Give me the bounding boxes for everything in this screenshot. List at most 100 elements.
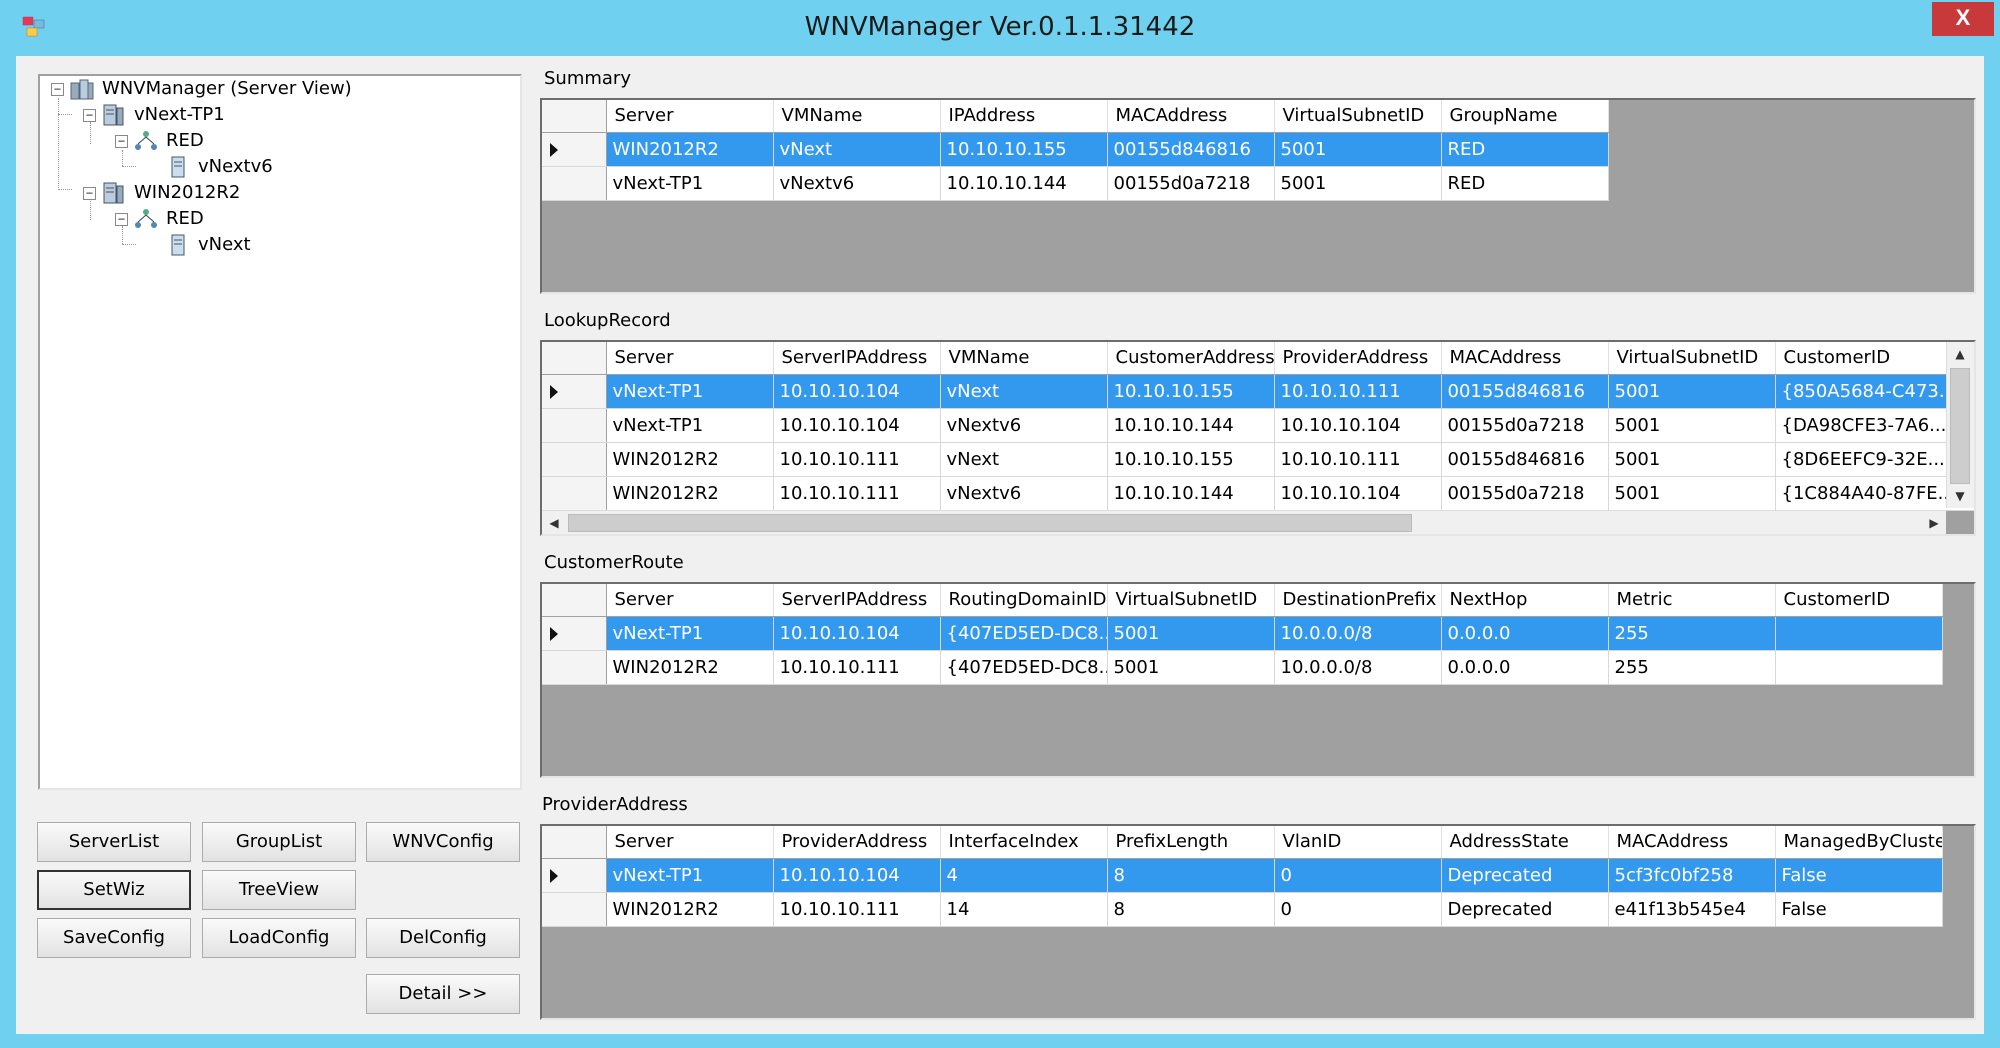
table-cell[interactable]: 10.10.10.111 (773, 892, 941, 927)
column-header[interactable]: MACAddress (1608, 826, 1776, 859)
row-header[interactable] (542, 892, 607, 927)
setwiz-button[interactable]: SetWiz (37, 870, 191, 910)
table-cell[interactable]: 5001 (1107, 616, 1275, 651)
table-cell[interactable]: 0.0.0.0 (1441, 650, 1609, 685)
table-row[interactable]: vNext-TP1 10.10.10.104 vNext 10.10.10.15… (542, 374, 1974, 409)
table-cell[interactable]: e41f13b545e4 (1608, 892, 1776, 927)
table-cell[interactable]: 10.10.10.104 (773, 408, 941, 443)
table-cell[interactable]: 00155d846816 (1107, 132, 1275, 167)
table-row[interactable]: vNext-TP1 10.10.10.104 4 8 0 Deprecated … (542, 858, 1943, 893)
table-cell[interactable]: 10.10.10.111 (773, 442, 941, 477)
table-cell[interactable]: 10.10.10.104 (1274, 408, 1442, 443)
table-cell[interactable]: 10.0.0.0/8 (1274, 650, 1442, 685)
table-cell[interactable]: 10.10.10.144 (1107, 476, 1275, 511)
tree-node-server[interactable]: − vNext-TP1 (40, 102, 520, 128)
table-cell[interactable]: 10.10.10.104 (773, 374, 941, 409)
table-cell[interactable]: 5001 (1608, 408, 1776, 443)
detail-button[interactable]: Detail >> (366, 974, 520, 1014)
collapse-icon[interactable]: − (115, 213, 128, 226)
table-cell[interactable]: 00155d0a7218 (1441, 408, 1609, 443)
column-header[interactable]: VlanID (1274, 826, 1442, 859)
row-header[interactable] (542, 374, 607, 409)
table-cell[interactable]: vNext (773, 132, 941, 167)
horizontal-scrollbar[interactable]: ◀ ▶ (542, 510, 1946, 534)
table-cell[interactable]: 5001 (1608, 374, 1776, 409)
lookup-grid[interactable]: Server ServerIPAddress VMName CustomerAd… (540, 340, 1976, 536)
table-cell[interactable]: 0 (1274, 892, 1442, 927)
scroll-thumb[interactable] (1950, 368, 1970, 484)
tree-node-root[interactable]: − WNVManager (Server View) (40, 76, 520, 102)
table-row[interactable]: vNext-TP1 vNextv6 10.10.10.144 00155d0a7… (542, 166, 1609, 201)
scroll-up-icon[interactable]: ▲ (1948, 342, 1972, 366)
wnvconfig-button[interactable]: WNVConfig (366, 822, 520, 862)
table-cell[interactable]: WIN2012R2 (606, 132, 774, 167)
table-cell[interactable]: 00155d846816 (1441, 374, 1609, 409)
table-cell[interactable]: vNextv6 (940, 408, 1108, 443)
table-cell[interactable]: 10.10.10.155 (940, 132, 1108, 167)
column-header[interactable]: MACAddress (1441, 342, 1609, 375)
column-header[interactable]: PrefixLength (1107, 826, 1275, 859)
table-cell[interactable]: vNext-TP1 (606, 616, 774, 651)
column-header[interactable]: ManagedByCluste (1775, 826, 1943, 859)
column-header[interactable]: ServerIPAddress (773, 342, 941, 375)
collapse-icon[interactable]: − (83, 187, 96, 200)
table-cell[interactable]: 5001 (1274, 132, 1442, 167)
tree-node-group[interactable]: − RED (40, 128, 520, 154)
table-cell[interactable]: 8 (1107, 858, 1275, 893)
table-cell[interactable]: 5001 (1608, 442, 1776, 477)
column-header[interactable]: GroupName (1441, 100, 1609, 133)
table-row[interactable]: vNext-TP1 10.10.10.104 vNextv6 10.10.10.… (542, 408, 1974, 443)
table-row[interactable]: vNext-TP1 10.10.10.104 {407ED5ED-DC8... … (542, 616, 1943, 651)
table-cell[interactable]: WIN2012R2 (606, 892, 774, 927)
row-header[interactable] (542, 166, 607, 201)
server-tree[interactable]: − WNVManager (Server View) − vNext-TP1 −… (38, 74, 522, 790)
saveconfig-button[interactable]: SaveConfig (37, 918, 191, 958)
table-cell[interactable]: 10.10.10.144 (1107, 408, 1275, 443)
table-cell[interactable]: 0 (1274, 858, 1442, 893)
serverlist-button[interactable]: ServerList (37, 822, 191, 862)
tree-node-vm[interactable]: vNextv6 (40, 154, 520, 180)
table-cell[interactable]: 00155d0a7218 (1107, 166, 1275, 201)
column-header[interactable]: IPAddress (940, 100, 1108, 133)
table-cell[interactable]: vNextv6 (940, 476, 1108, 511)
table-cell[interactable]: 14 (940, 892, 1108, 927)
table-cell[interactable]: 10.10.10.155 (1107, 374, 1275, 409)
column-header[interactable]: CustomerID (1775, 584, 1943, 617)
scroll-right-icon[interactable]: ▶ (1922, 511, 1946, 534)
column-header[interactable]: Server (606, 342, 774, 375)
table-cell[interactable] (1775, 616, 1943, 651)
table-cell[interactable]: {407ED5ED-DC8... (940, 616, 1108, 651)
table-row[interactable]: WIN2012R2 10.10.10.111 vNext 10.10.10.15… (542, 442, 1974, 477)
column-header[interactable]: VirtualSubnetID (1274, 100, 1442, 133)
table-cell[interactable]: 0.0.0.0 (1441, 616, 1609, 651)
table-cell[interactable]: vNext-TP1 (606, 408, 774, 443)
table-cell[interactable]: vNextv6 (773, 166, 941, 201)
column-header[interactable]: ProviderAddress (773, 826, 941, 859)
column-header[interactable]: InterfaceIndex (940, 826, 1108, 859)
table-cell[interactable]: 10.10.10.111 (1274, 442, 1442, 477)
delconfig-button[interactable]: DelConfig (366, 918, 520, 958)
row-header[interactable] (542, 650, 607, 685)
row-header[interactable] (542, 442, 607, 477)
column-header[interactable]: VMName (773, 100, 941, 133)
loadconfig-button[interactable]: LoadConfig (202, 918, 356, 958)
table-cell[interactable]: vNext-TP1 (606, 374, 774, 409)
row-header[interactable] (542, 408, 607, 443)
table-row[interactable]: WIN2012R2 10.10.10.111 14 8 0 Deprecated… (542, 892, 1943, 927)
tree-node-group[interactable]: − RED (40, 206, 520, 232)
column-header[interactable]: MACAddress (1107, 100, 1275, 133)
column-header[interactable]: VMName (940, 342, 1108, 375)
column-header[interactable]: AddressState (1441, 826, 1609, 859)
column-header[interactable]: Server (606, 100, 774, 133)
scroll-thumb[interactable] (568, 514, 1412, 532)
table-cell[interactable]: 10.10.10.104 (1274, 476, 1442, 511)
table-cell[interactable]: 255 (1608, 650, 1776, 685)
table-cell[interactable]: 00155d846816 (1441, 442, 1609, 477)
table-cell[interactable]: {407ED5ED-DC8... (940, 650, 1108, 685)
summary-grid[interactable]: Server VMName IPAddress MACAddress Virtu… (540, 98, 1976, 294)
vertical-scrollbar[interactable]: ▲ ▼ (1946, 342, 1974, 508)
route-grid[interactable]: Server ServerIPAddress RoutingDomainID V… (540, 582, 1976, 778)
treeview-button[interactable]: TreeView (202, 870, 356, 910)
column-header[interactable]: NextHop (1441, 584, 1609, 617)
column-header[interactable]: Server (606, 826, 774, 859)
